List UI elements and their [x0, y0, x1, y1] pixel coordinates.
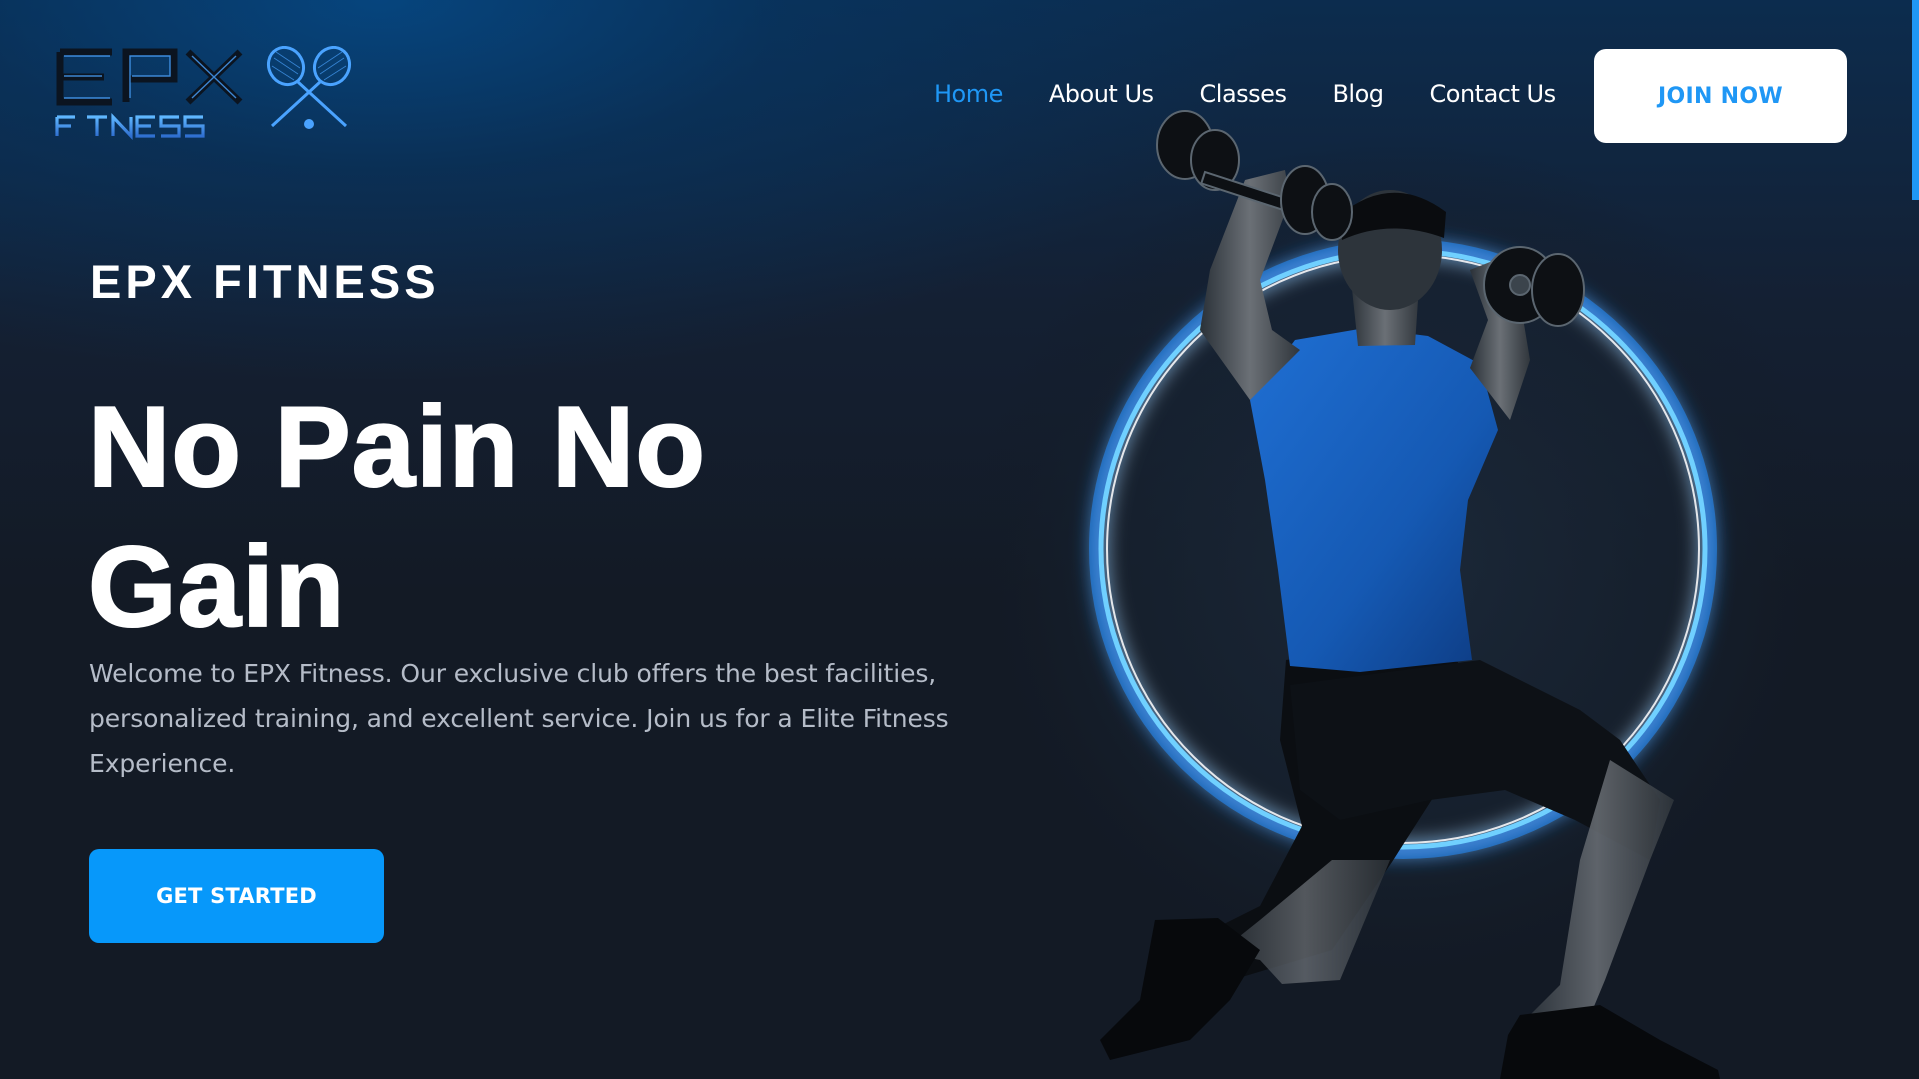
- headline-line-2: Gain: [87, 523, 346, 652]
- hero-athlete-image: [970, 110, 1830, 1079]
- landing-page: Home About Us Classes Blog Contact Us JO…: [0, 0, 1919, 1079]
- epx-fitness-logo[interactable]: [54, 46, 372, 146]
- hero-intro-text: Welcome to EPX Fitness. Our exclusive cl…: [89, 659, 949, 778]
- get-started-button[interactable]: GET STARTED: [89, 849, 384, 943]
- headline-line-1: No Pain No: [87, 383, 707, 512]
- hero-headline: No Pain No Gain: [87, 378, 908, 658]
- hero-eyebrow: EPX FITNESS: [90, 255, 440, 308]
- scrollbar-thumb[interactable]: [1912, 0, 1919, 200]
